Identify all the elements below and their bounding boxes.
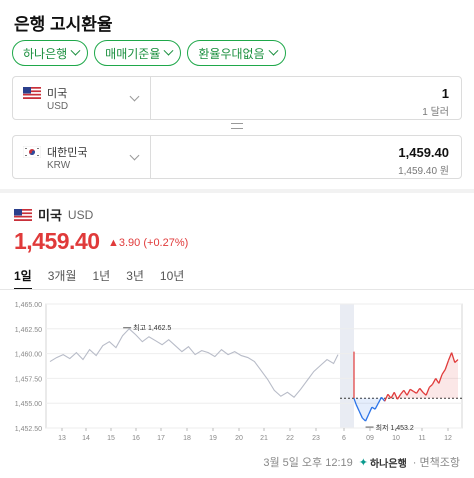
y-tick-label: 1,457.50 bbox=[15, 376, 42, 383]
to-amount-unit: 1,459.40 원 bbox=[398, 166, 449, 177]
history-series-line bbox=[49, 328, 339, 399]
chevron-down-icon bbox=[163, 45, 174, 56]
to-amount-value: 1,459.40 bbox=[398, 145, 449, 160]
bank-source: ✦ 하나은행 bbox=[359, 455, 407, 470]
x-tick-label: 09 bbox=[366, 435, 374, 442]
y-tick-label: 1,462.50 bbox=[15, 327, 42, 334]
filter-chips: 하나은행 매매기준율 환율우대없음 bbox=[12, 40, 286, 66]
page-title: 은행 고시환율 bbox=[14, 15, 113, 34]
tab-10y[interactable]: 10년 bbox=[160, 267, 184, 290]
quote-header: 미국 USD bbox=[14, 205, 93, 224]
from-amount-unit: 1 달러 bbox=[422, 107, 449, 118]
disclaimer-link[interactable]: · 면책조항 bbox=[413, 454, 460, 470]
from-currency-row: 미국 USD 1 1 달러 bbox=[12, 76, 462, 120]
quote-currency-name: 미국 bbox=[38, 208, 62, 223]
period-tabs: 1일 3개월 1년 3년 10년 bbox=[14, 267, 200, 290]
tabs-underline bbox=[0, 289, 474, 290]
tab-3m[interactable]: 3개월 bbox=[48, 267, 77, 290]
rate-type-filter-chip[interactable]: 매매기준율 bbox=[94, 40, 182, 66]
tab-1d[interactable]: 1일 bbox=[14, 267, 32, 290]
from-amount-value: 1 bbox=[441, 86, 449, 101]
preferential-rate-filter-label: 환율우대없음 bbox=[198, 46, 265, 61]
y-tick-label: 1,452.50 bbox=[15, 426, 42, 433]
session-gap bbox=[340, 304, 354, 428]
x-tick-label: 14 bbox=[82, 435, 90, 442]
from-amount-field[interactable]: 1 1 달러 bbox=[151, 77, 461, 119]
to-currency-code: KRW bbox=[47, 160, 71, 171]
update-time: 3월 5일 오후 12:19 bbox=[263, 457, 353, 469]
chevron-down-icon bbox=[129, 91, 140, 102]
chevron-down-icon bbox=[70, 45, 81, 56]
to-amount-field[interactable]: 1,459.40 1,459.40 원 bbox=[151, 136, 461, 178]
x-tick-label: 18 bbox=[183, 435, 191, 442]
to-currency-name: 대한민국 bbox=[47, 147, 88, 159]
hana-logo-icon: ✦ bbox=[358, 456, 368, 469]
us-flag-icon bbox=[23, 87, 41, 99]
low-annotation: 최저 1,453.2 bbox=[376, 423, 414, 432]
y-tick-label: 1,460.00 bbox=[15, 352, 42, 359]
x-tick-label: 13 bbox=[58, 435, 66, 442]
rate-change: ▲3.90 (+0.27%) bbox=[108, 237, 189, 249]
x-tick-label: 17 bbox=[157, 435, 165, 442]
x-tick-label: 19 bbox=[209, 435, 217, 442]
from-currency-code: USD bbox=[47, 101, 69, 112]
bank-filter-chip[interactable]: 하나은행 bbox=[12, 40, 89, 66]
high-annotation: 최고 1,462.5 bbox=[133, 323, 171, 332]
exchange-rate-chart[interactable]: 1,465.00 1,462.50 1,460.00 1,457.50 1,455.00… bbox=[0, 296, 474, 446]
tab-3y[interactable]: 3년 bbox=[126, 267, 144, 290]
x-tick-label: 15 bbox=[107, 435, 115, 442]
x-tick-label: 23 bbox=[312, 435, 320, 442]
chevron-down-icon bbox=[129, 150, 140, 161]
x-tick-label: 16 bbox=[132, 435, 140, 442]
quote-currency-code: USD bbox=[67, 207, 94, 222]
today-area-fill bbox=[454, 359, 458, 399]
to-currency-row: 대한민국 KRW 1,459.40 1,459.40 원 bbox=[12, 135, 462, 179]
x-tick-label: 11 bbox=[418, 435, 425, 442]
bank-source-label: 하나은행 bbox=[369, 458, 407, 470]
x-tick-label: 12 bbox=[444, 435, 452, 442]
us-flag-icon bbox=[14, 208, 32, 221]
x-tick-label: 10 bbox=[392, 435, 400, 442]
x-tick-label: 6 bbox=[342, 435, 346, 442]
preferential-rate-filter-chip[interactable]: 환율우대없음 bbox=[187, 40, 286, 66]
section-divider bbox=[0, 189, 474, 193]
x-tick-label: 21 bbox=[260, 435, 268, 442]
from-currency-name: 미국 bbox=[47, 88, 68, 100]
today-area-fill bbox=[362, 398, 366, 422]
kr-flag-icon bbox=[23, 146, 41, 158]
rate-type-filter-label: 매매기준율 bbox=[105, 46, 161, 61]
footer: 3월 5일 오후 12:19 ✦ 하나은행 · 면책조항 bbox=[263, 454, 460, 470]
x-tick-label: 20 bbox=[235, 435, 243, 442]
chevron-down-icon bbox=[268, 45, 279, 56]
y-tick-label: 1,455.00 bbox=[15, 401, 42, 408]
equals-icon bbox=[231, 123, 243, 129]
from-currency-select[interactable]: 미국 USD bbox=[13, 77, 151, 119]
y-tick-label: 1,465.00 bbox=[15, 302, 42, 309]
x-tick-label: 22 bbox=[286, 435, 294, 442]
current-rate: 1,459.40 bbox=[14, 228, 100, 254]
bank-filter-label: 하나은행 bbox=[23, 46, 68, 61]
to-currency-select[interactable]: 대한민국 KRW bbox=[13, 136, 151, 178]
tab-1y[interactable]: 1년 bbox=[92, 267, 110, 290]
chart-frame bbox=[45, 303, 463, 429]
